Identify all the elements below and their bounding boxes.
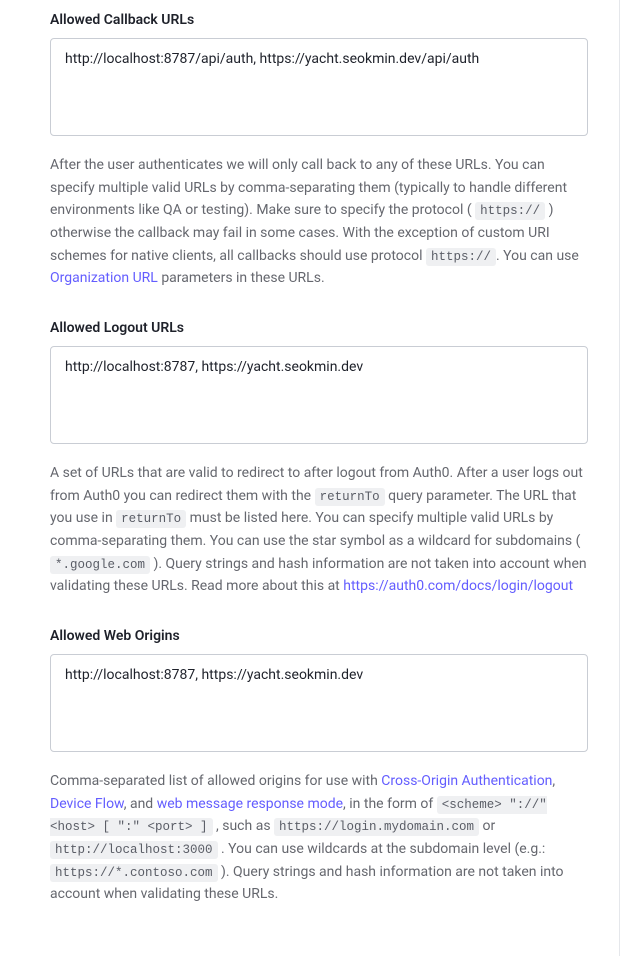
link-cross-origin-auth[interactable]: Cross-Origin Authentication: [381, 773, 552, 789]
field-allowed-callback-urls: Allowed Callback URLs After the user aut…: [50, 12, 588, 290]
inline-code: http://localhost:3000: [50, 841, 218, 859]
inline-code: https://*.contoso.com: [50, 864, 218, 882]
help-text-segment: . You can use wildcards at the subdomain…: [221, 841, 545, 857]
label-allowed-logout-urls: Allowed Logout URLs: [50, 320, 588, 336]
help-allowed-callback-urls: After the user authenticates we will onl…: [50, 154, 588, 290]
link-device-flow[interactable]: Device Flow: [50, 796, 124, 812]
help-text-segment: , such as: [216, 818, 274, 834]
inline-code: *.google.com: [50, 556, 150, 574]
field-allowed-logout-urls: Allowed Logout URLs A set of URLs that a…: [50, 320, 588, 598]
help-text-segment: parameters in these URLs.: [158, 270, 325, 286]
input-allowed-logout-urls[interactable]: [50, 346, 588, 444]
help-allowed-logout-urls: A set of URLs that are valid to redirect…: [50, 462, 588, 598]
inline-code: returnTo: [315, 488, 385, 506]
help-text-segment: or: [483, 818, 496, 834]
link-organization-url[interactable]: Organization URL: [50, 270, 158, 286]
help-text-segment: , and: [124, 796, 157, 812]
help-text-segment: Comma-separated list of allowed origins …: [50, 773, 381, 789]
help-text-segment: ,: [552, 773, 555, 789]
link-web-message-response[interactable]: web message response mode: [157, 796, 343, 812]
inline-code: https://: [426, 248, 496, 266]
link-logout-docs[interactable]: https://auth0.com/docs/login/logout: [343, 578, 573, 594]
label-allowed-web-origins: Allowed Web Origins: [50, 628, 588, 644]
inline-code: https://login.mydomain.com: [274, 818, 479, 836]
help-allowed-web-origins: Comma-separated list of allowed origins …: [50, 770, 588, 906]
field-allowed-web-origins: Allowed Web Origins Comma-separated list…: [50, 628, 588, 906]
inline-code: returnTo: [116, 510, 186, 528]
input-allowed-callback-urls[interactable]: [50, 38, 588, 136]
right-border-divider: [619, 0, 620, 956]
label-allowed-callback-urls: Allowed Callback URLs: [50, 12, 588, 28]
inline-code: https://: [475, 202, 545, 220]
help-text-segment: . You can use: [496, 248, 579, 264]
input-allowed-web-origins[interactable]: [50, 654, 588, 752]
help-text-segment: , in the form of: [343, 796, 437, 812]
